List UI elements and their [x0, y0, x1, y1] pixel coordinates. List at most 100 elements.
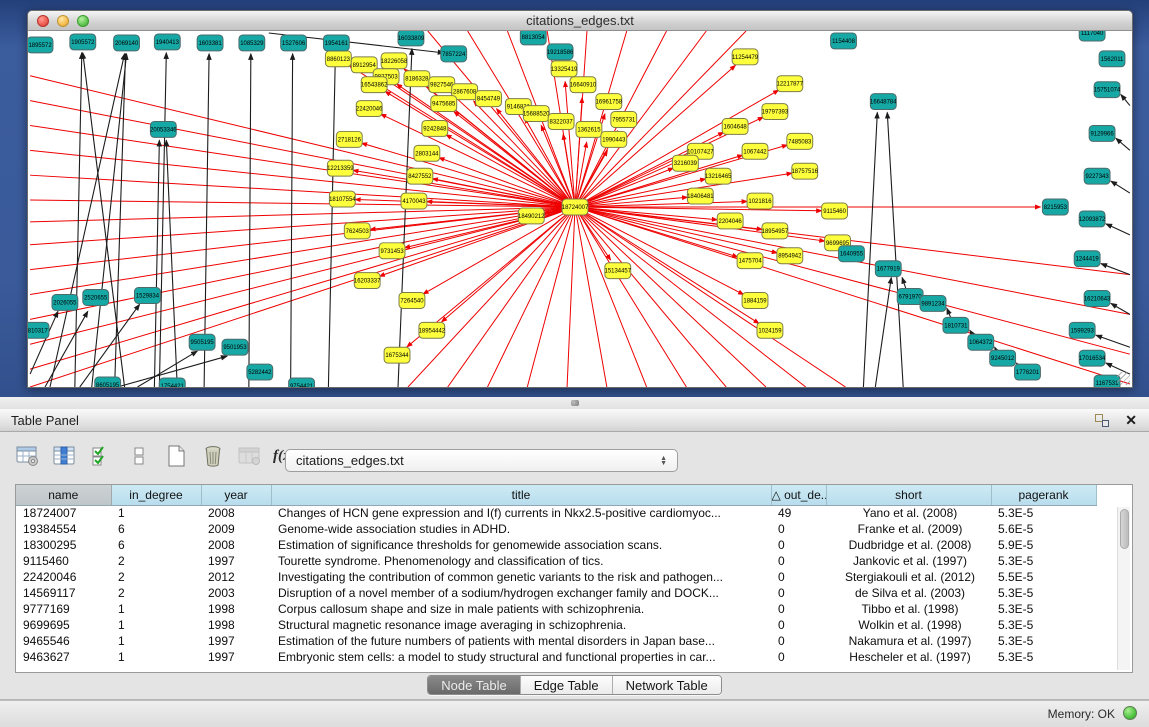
show-columns-icon[interactable]	[51, 443, 79, 469]
graph-node[interactable]: 15134457	[605, 263, 632, 279]
graph-node[interactable]: 18954957	[762, 223, 789, 239]
table-cell[interactable]: 5.3E-5	[991, 505, 1096, 521]
graph-node[interactable]: 17016534	[1079, 350, 1106, 366]
graph-node[interactable]: 2803144	[414, 145, 440, 161]
table-cell[interactable]: 5.9E-5	[991, 537, 1096, 553]
graph-node[interactable]: 19218586	[547, 44, 574, 60]
table-cell[interactable]: 0	[771, 649, 826, 665]
graph-node[interactable]: 1117040	[1079, 31, 1105, 41]
table-cell[interactable]: 2009	[201, 521, 271, 537]
table-cell[interactable]: 1	[111, 633, 201, 649]
network-canvas[interactable]: 8860123891295418226058982750316543862818…	[28, 31, 1132, 387]
table-scrollbar-thumb[interactable]	[1120, 509, 1129, 549]
table-row[interactable]: 2242004622012Investigating the contribut…	[16, 569, 1096, 585]
graph-node[interactable]: 12093872	[1079, 211, 1106, 227]
table-scrollbar[interactable]	[1117, 507, 1130, 670]
graph-edge[interactable]	[408, 207, 575, 387]
graph-node[interactable]: 8605195	[95, 377, 121, 387]
graph-edge[interactable]	[30, 207, 575, 245]
network-window[interactable]: citations_edges.txt 88601238912954182260…	[27, 10, 1133, 388]
graph-edge[interactable]	[166, 140, 177, 387]
graph-node[interactable]: 2520655	[83, 290, 109, 306]
graph-node[interactable]: 18226058	[381, 53, 408, 69]
graph-node[interactable]: 8186328	[404, 71, 430, 87]
graph-edge[interactable]	[291, 54, 293, 387]
graph-node[interactable]: 9731453	[379, 243, 405, 259]
graph-node[interactable]: 1064372	[968, 334, 994, 350]
table-cell[interactable]: Estimation of significance thresholds fo…	[271, 537, 771, 553]
table-cell[interactable]: 6	[111, 521, 201, 537]
graph-node[interactable]: 4170043	[401, 193, 427, 209]
table-row[interactable]: 911546021997Tourette syndrome. Phenomeno…	[16, 553, 1096, 569]
graph-node[interactable]: 2026055	[52, 295, 78, 311]
graph-node[interactable]: 1362615	[576, 121, 602, 137]
tab-network-table[interactable]: Network Table	[613, 676, 721, 694]
graph-node[interactable]: 1640955	[839, 246, 865, 262]
graph-edge[interactable]	[863, 113, 877, 387]
graph-edge[interactable]	[30, 207, 575, 319]
graph-edge[interactable]	[575, 179, 706, 207]
graph-edge[interactable]	[565, 82, 575, 207]
graph-edge[interactable]	[575, 157, 688, 207]
table-cell[interactable]: Tourette syndrome. Phenomenology and cla…	[271, 553, 771, 569]
table-select-dropdown[interactable]: citations_edges.txt ▲▼	[285, 449, 678, 472]
graph-node[interactable]: 16210643	[1084, 291, 1111, 307]
graph-node[interactable]: 18490212	[518, 208, 545, 224]
float-panel-icon[interactable]	[1095, 414, 1109, 427]
table-row[interactable]: 977716911998Corpus callosum shape and si…	[16, 601, 1096, 617]
graph-node[interactable]: 9242848	[422, 120, 448, 136]
table-cell[interactable]: Corpus callosum shape and size in male p…	[271, 601, 771, 617]
table-cell[interactable]: 2	[111, 553, 201, 569]
graph-node[interactable]: 18107554	[329, 191, 356, 207]
graph-node[interactable]: 1677919	[875, 261, 901, 277]
graph-edge[interactable]	[575, 201, 747, 207]
table-cell[interactable]: 19384554	[16, 521, 111, 537]
network-window-titlebar[interactable]: citations_edges.txt	[28, 11, 1132, 31]
graph-node[interactable]: 1562011	[1099, 51, 1125, 67]
graph-edge[interactable]	[575, 207, 1130, 384]
select-rows-icon[interactable]	[88, 443, 116, 469]
table-cell[interactable]: 1	[111, 601, 201, 617]
graph-node[interactable]: 2204046	[717, 213, 743, 229]
graph-node[interactable]: 1754421	[159, 378, 185, 387]
table-row[interactable]: 946554611997Estimation of the future num…	[16, 633, 1096, 649]
table-cell[interactable]: 5.3E-5	[991, 617, 1096, 633]
graph-node[interactable]: 16033809	[398, 31, 425, 46]
graph-node[interactable]: 2718126	[336, 131, 362, 147]
table-cell[interactable]: 2008	[201, 505, 271, 521]
graph-edge[interactable]	[154, 140, 159, 387]
graph-node[interactable]: 9754421	[289, 378, 315, 387]
table-cell[interactable]: Nakamura et al. (1997)	[826, 633, 991, 649]
table-cell[interactable]: 5.3E-5	[991, 585, 1096, 601]
table-cell[interactable]: Embryonic stem cells: a model to study s…	[271, 649, 771, 665]
table-cell[interactable]: 18300295	[16, 537, 111, 553]
column-header-title[interactable]: title	[271, 485, 771, 505]
table-cell[interactable]: 2	[111, 569, 201, 585]
table-settings-icon[interactable]	[14, 443, 42, 469]
graph-node[interactable]: 22420046	[356, 101, 383, 117]
tab-edge-table[interactable]: Edge Table	[521, 676, 613, 694]
graph-node[interactable]: 1475704	[737, 253, 763, 269]
column-header-in_degree[interactable]: in_degree	[111, 485, 201, 505]
table-cell[interactable]: Disruption of a novel member of a sodium…	[271, 585, 771, 601]
graph-node[interactable]: 9827546	[429, 77, 455, 93]
table-cell[interactable]: Structural magnetic resonance image aver…	[271, 617, 771, 633]
graph-node[interactable]: 12213359	[327, 160, 354, 176]
column-header-year[interactable]: year	[201, 485, 271, 505]
table-cell[interactable]: 1997	[201, 633, 271, 649]
table-cell[interactable]: 1	[111, 617, 201, 633]
table-cell[interactable]: 0	[771, 585, 826, 601]
graph-node[interactable]: 9475685	[431, 96, 457, 112]
table-cell[interactable]: Jankovic et al. (1997)	[826, 553, 991, 569]
table-row[interactable]: 1872400712008Changes of HCN gene express…	[16, 505, 1096, 521]
window-resize-grip[interactable]	[1117, 372, 1130, 385]
table-cell[interactable]: Estimation of the future numbers of pati…	[271, 633, 771, 649]
graph-edge[interactable]	[159, 53, 166, 387]
row-height-icon[interactable]	[125, 443, 153, 469]
graph-node[interactable]: 1884159	[742, 293, 768, 309]
column-header-out_de[interactable]: △ out_de...	[771, 485, 826, 505]
graph-edge[interactable]	[1111, 181, 1130, 193]
graph-edge[interactable]	[488, 207, 576, 387]
graph-node[interactable]: 15688520	[523, 106, 550, 122]
panel-splitter[interactable]	[0, 397, 1149, 409]
